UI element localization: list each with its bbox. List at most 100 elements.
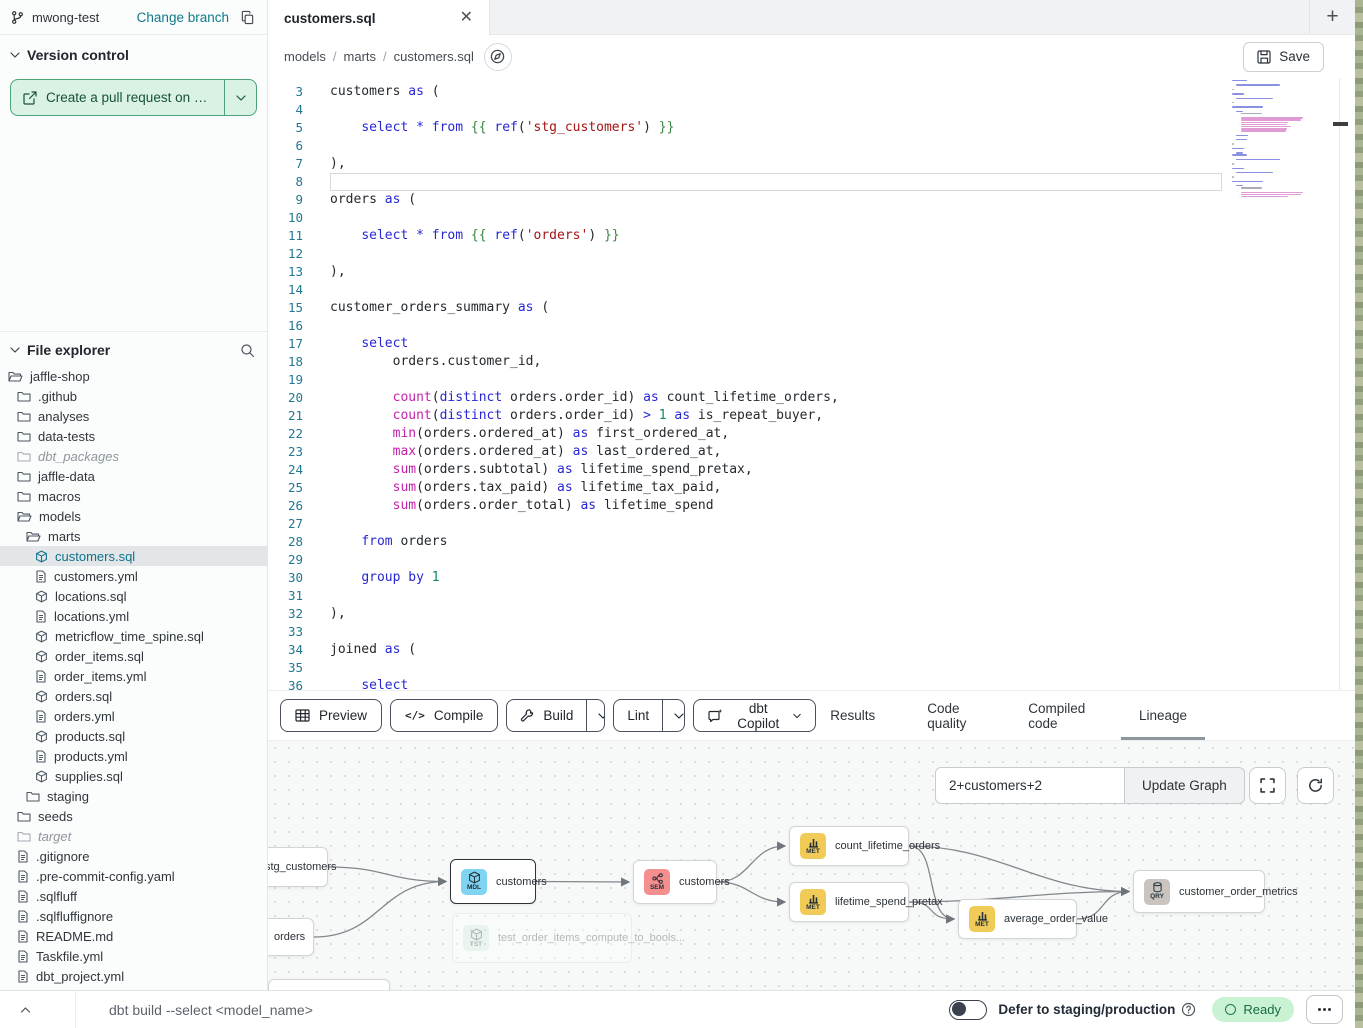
code-line-18[interactable]: 18 orders.customer_id, [268,353,1355,371]
compile-button[interactable]: </> Compile [390,699,498,732]
code-line-32[interactable]: 32), [268,605,1355,623]
tree-item-models[interactable]: models [0,506,267,526]
scrollbar-handle[interactable] [1333,122,1348,126]
code-line-34[interactable]: 34joined as ( [268,641,1355,659]
tree-item-order-items-sql[interactable]: order_items.sql [0,646,267,666]
code-line-12[interactable]: 12 [268,245,1355,263]
code-line-13[interactable]: 13), [268,263,1355,281]
tree-item-products-sql[interactable]: products.sql [0,726,267,746]
tree-item-macros[interactable]: macros [0,486,267,506]
tab-compiled-code[interactable]: Compiled code [1022,691,1093,740]
tab-lineage[interactable]: Lineage [1133,691,1193,740]
code-line-33[interactable]: 33 [268,623,1355,641]
code-line-30[interactable]: 30 group by 1 [268,569,1355,587]
code-line-17[interactable]: 17 select [268,335,1355,353]
lineage-selector-input[interactable] [935,767,1125,804]
code-editor[interactable]: 3customers as (45 select * from {{ ref('… [268,78,1355,690]
create-pr-button[interactable]: Create a pull request on Git... [10,79,257,116]
code-line-25[interactable]: 25 sum(orders.tax_paid) as lifetime_tax_… [268,479,1355,497]
defer-toggle[interactable] [949,1000,987,1020]
file-explorer-header[interactable]: File explorer [0,332,267,358]
code-line-6[interactable]: 6 [268,137,1355,155]
help-icon[interactable] [1181,1002,1196,1017]
code-line-21[interactable]: 21 count(distinct orders.order_id) > 1 a… [268,407,1355,425]
lineage-node-stg_customers[interactable]: stg_customers [268,847,328,887]
tab-results[interactable]: Results [824,691,881,740]
lint-button[interactable]: Lint [614,700,662,731]
tree-item--pre-commit-config-yaml[interactable]: .pre-commit-config.yaml [0,866,267,886]
lineage-node-customers_sem[interactable]: SEMcustomers [633,860,717,904]
code-line-31[interactable]: 31 [268,587,1355,605]
tree-item--github[interactable]: .github [0,386,267,406]
fullscreen-button[interactable] [1249,767,1286,804]
tree-item-orders-yml[interactable]: orders.yml [0,706,267,726]
tree-item-data-tests[interactable]: data-tests [0,426,267,446]
code-line-36[interactable]: 36 select [268,677,1355,690]
code-line-9[interactable]: 9orders as ( [268,191,1355,209]
editor-scrollbar[interactable] [1339,78,1348,690]
code-line-14[interactable]: 14 [268,281,1355,299]
lineage-node-count_lifetime_orders[interactable]: METcount_lifetime_orders [789,826,909,866]
tree-item-customers-sql[interactable]: customers.sql [0,546,267,566]
change-branch-link[interactable]: Change branch [137,10,229,25]
tree-item-jaffle-shop[interactable]: jaffle-shop [0,366,267,386]
command-input[interactable] [76,991,949,1028]
code-line-15[interactable]: 15customer_orders_summary as ( [268,299,1355,317]
explore-compass-button[interactable] [484,43,512,71]
minimap[interactable] [1232,80,1312,198]
tree-item--sqlfluffignore[interactable]: .sqlfluffignore [0,906,267,926]
code-line-4[interactable]: 4 [268,101,1355,119]
search-icon[interactable] [240,343,255,358]
code-line-29[interactable]: 29 [268,551,1355,569]
tree-item-metricflow-time-spine-sql[interactable]: metricflow_time_spine.sql [0,626,267,646]
tree-item-locations-sql[interactable]: locations.sql [0,586,267,606]
dbt-copilot-button[interactable]: dbt Copilot [693,699,816,732]
code-line-7[interactable]: 7), [268,155,1355,173]
tree-item-readme-md[interactable]: README.md [0,926,267,946]
breadcrumb-models[interactable]: models [284,49,326,64]
code-line-24[interactable]: 24 sum(orders.subtotal) as lifetime_spen… [268,461,1355,479]
tree-item-dbt-project-yml[interactable]: dbt_project.yml [0,966,267,986]
code-line-19[interactable]: 19 [268,371,1355,389]
code-line-16[interactable]: 16 [268,317,1355,335]
preview-button[interactable]: Preview [280,699,382,732]
tree-item-analyses[interactable]: analyses [0,406,267,426]
close-icon[interactable]: ✕ [460,10,473,26]
tree-item-dbt-packages[interactable]: dbt_packages [0,446,267,466]
code-line-22[interactable]: 22 min(orders.ordered_at) as first_order… [268,425,1355,443]
more-options-button[interactable] [1306,995,1343,1024]
new-tab-button[interactable]: + [1309,0,1355,34]
build-dropdown[interactable] [586,700,605,731]
update-graph-button[interactable]: Update Graph [1124,767,1245,804]
tree-item-marts[interactable]: marts [0,526,267,546]
code-line-27[interactable]: 27 [268,515,1355,533]
refresh-button[interactable] [1297,767,1334,804]
tree-item-order-items-yml[interactable]: order_items.yml [0,666,267,686]
tree-item-supplies-sql[interactable]: supplies.sql [0,766,267,786]
create-pr-button-main[interactable]: Create a pull request on Git... [11,80,225,115]
code-line-26[interactable]: 26 sum(orders.order_total) as lifetime_s… [268,497,1355,515]
code-line-23[interactable]: 23 max(orders.ordered_at) as last_ordere… [268,443,1355,461]
lineage-node-customer_order_metrics[interactable]: QRYcustomer_order_metrics [1133,870,1265,913]
version-control-header[interactable]: Version control [10,47,257,63]
lineage-node-orders[interactable]: orders [268,918,314,956]
tree-item-orders-sql[interactable]: orders.sql [0,686,267,706]
collapse-command-bar-button[interactable] [0,991,76,1028]
code-line-20[interactable]: 20 count(distinct orders.order_id) as co… [268,389,1355,407]
lineage-node-test_order_items[interactable]: TSTtest_order_items_compute_to_bools... [452,913,632,963]
build-button[interactable]: Build [507,700,586,731]
breadcrumb-file[interactable]: customers.sql [394,49,474,64]
tree-item-products-yml[interactable]: products.yml [0,746,267,766]
create-pr-dropdown[interactable] [225,80,256,115]
code-line-28[interactable]: 28 from orders [268,533,1355,551]
breadcrumb-marts[interactable]: marts [344,49,377,64]
save-button[interactable]: Save [1243,42,1324,72]
tree-item-seeds[interactable]: seeds [0,806,267,826]
tree-item-target[interactable]: target [0,826,267,846]
tree-item--gitignore[interactable]: .gitignore [0,846,267,866]
lineage-node-lifetime_spend_pretax[interactable]: METlifetime_spend_pretax [789,882,909,922]
tree-item-customers-yml[interactable]: customers.yml [0,566,267,586]
tab-code-quality[interactable]: Code quality [921,691,982,740]
tree-item-taskfile-yml[interactable]: Taskfile.yml [0,946,267,966]
code-line-3[interactable]: 3customers as ( [268,83,1355,101]
